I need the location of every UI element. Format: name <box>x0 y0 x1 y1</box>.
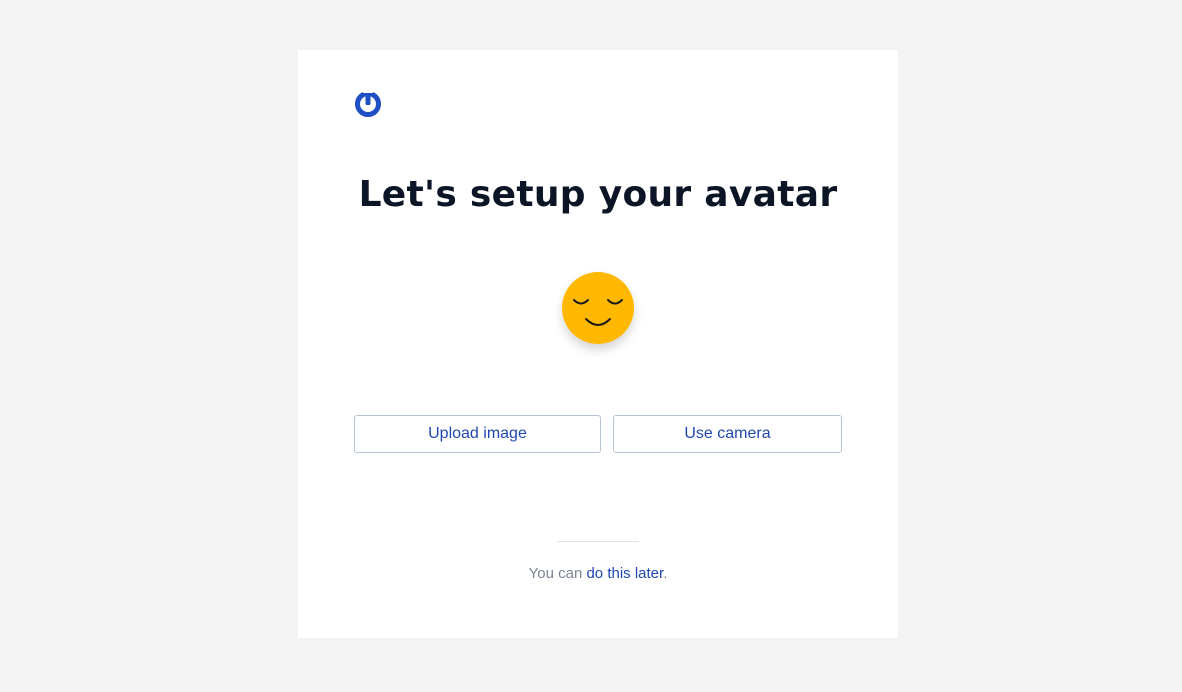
avatar <box>562 272 634 344</box>
avatar-setup-card: Let's setup your avatar Upload image Use… <box>298 50 898 638</box>
logo <box>354 90 382 118</box>
do-this-later-link[interactable]: do this later <box>586 565 663 582</box>
skip-note: You can do this later. <box>298 565 898 582</box>
skip-note-suffix: . <box>663 565 668 582</box>
page-title: Let's setup your avatar <box>358 174 838 215</box>
use-camera-button[interactable]: Use camera <box>613 415 842 453</box>
power-icon <box>355 90 381 117</box>
smiley-face-icon <box>573 299 623 326</box>
upload-image-button[interactable]: Upload image <box>354 415 601 453</box>
skip-note-prefix: You can <box>528 565 587 582</box>
divider <box>557 541 639 542</box>
